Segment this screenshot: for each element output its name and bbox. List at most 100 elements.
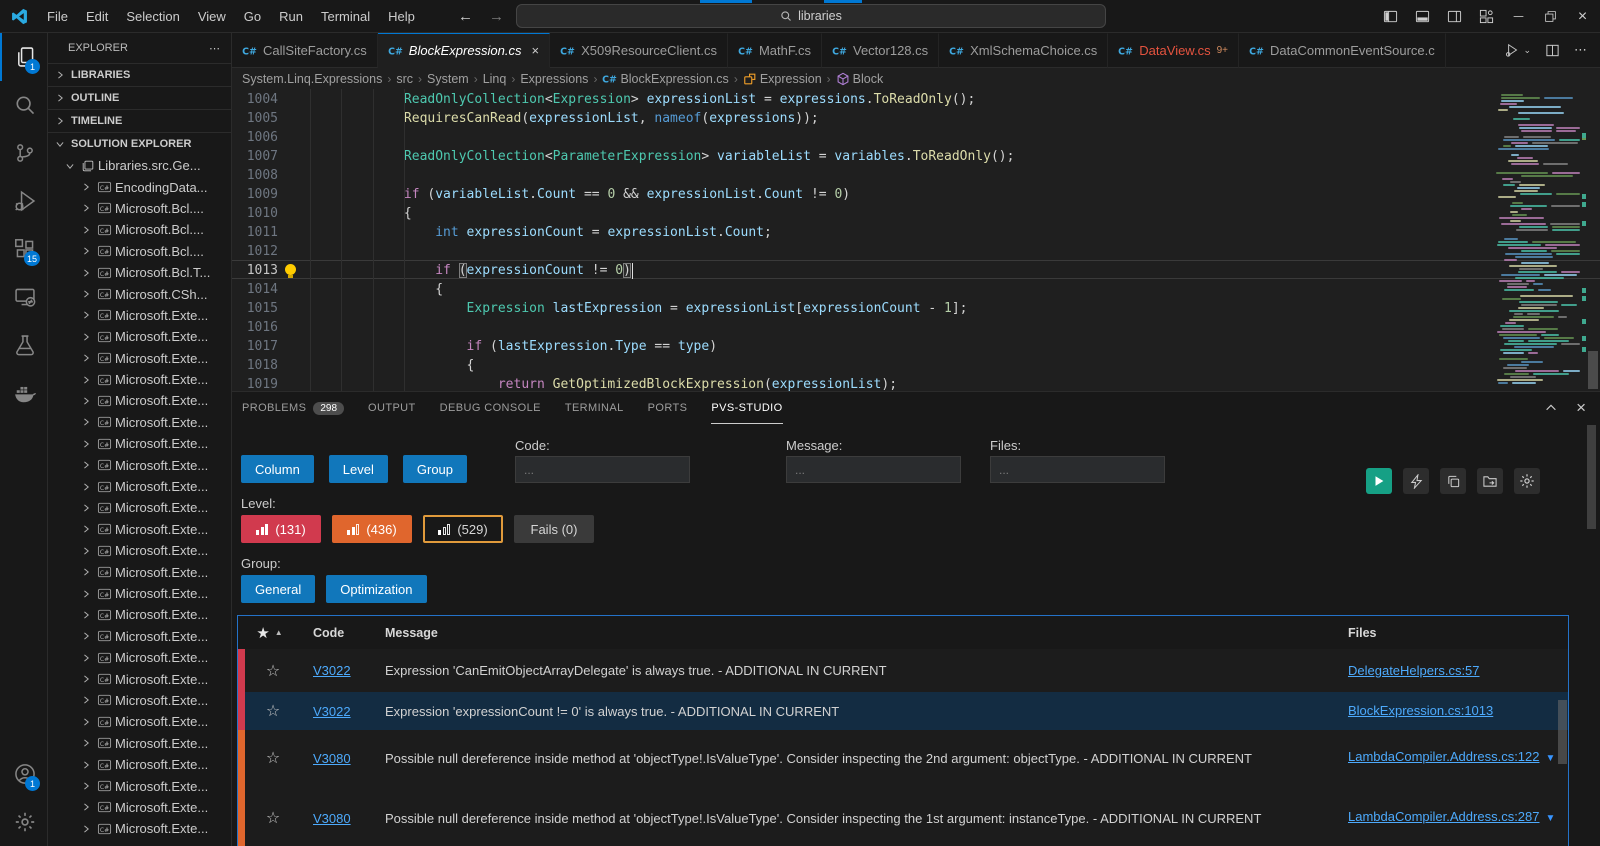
- panel-tab-pvs-studio[interactable]: PVS-STUDIO: [711, 392, 782, 424]
- breadcrumb-item[interactable]: Expressions: [520, 72, 588, 86]
- close-window-button[interactable]: ×: [1575, 9, 1590, 24]
- close-panel-icon[interactable]: ×: [1576, 398, 1586, 418]
- tree-item[interactable]: C#Microsoft.Exte...: [48, 733, 231, 754]
- command-center-search[interactable]: libraries: [516, 4, 1106, 28]
- table-row[interactable]: ☆V3080Possible null dereference inside m…: [238, 730, 1568, 786]
- pvs-settings-button[interactable]: [1514, 468, 1540, 494]
- section-solution-explorer[interactable]: SOLUTION EXPLORER: [48, 132, 231, 155]
- tree-item[interactable]: C#Microsoft.Exte...: [48, 348, 231, 369]
- run-analysis-button[interactable]: [1366, 468, 1392, 494]
- editor-tab-x509resourceclient-cs[interactable]: C#X509ResourceClient.cs: [550, 33, 728, 68]
- lightbulb-icon[interactable]: [278, 261, 302, 278]
- minimap[interactable]: [1494, 91, 1586, 389]
- tree-item[interactable]: Libraries.src.Ge...: [48, 155, 231, 176]
- level-button[interactable]: Level: [329, 455, 388, 483]
- section-outline[interactable]: OUTLINE: [48, 86, 231, 109]
- tree-item[interactable]: C#Microsoft.Exte...: [48, 497, 231, 518]
- nav-forward-icon[interactable]: →: [489, 8, 504, 25]
- code-editor[interactable]: 1004 ReadOnlyCollection<Expression> expr…: [232, 89, 1600, 391]
- file-location-link[interactable]: BlockExpression.cs:1013: [1348, 703, 1493, 718]
- tree-item[interactable]: C#Microsoft.Exte...: [48, 476, 231, 497]
- files-column-header[interactable]: Files: [1344, 626, 1568, 640]
- panel-tab-problems[interactable]: PROBLEMS298: [242, 392, 344, 424]
- activity-item-extensions[interactable]: 15: [0, 225, 47, 273]
- toggle-secondary-sidebar-icon[interactable]: [1447, 9, 1462, 24]
- tree-item[interactable]: C#EncodingData...: [48, 176, 231, 197]
- favorite-sort-header[interactable]: ★ ▲: [238, 624, 301, 642]
- tree-item[interactable]: C#Microsoft.Exte...: [48, 540, 231, 561]
- favorite-star-icon[interactable]: ☆: [245, 786, 301, 846]
- file-location-link[interactable]: DelegateHelpers.cs:57: [1348, 663, 1480, 678]
- toggle-panel-icon[interactable]: [1415, 9, 1430, 24]
- table-row[interactable]: ☆V3022Expression 'expressionCount != 0' …: [238, 692, 1568, 730]
- breadcrumb-item[interactable]: System: [427, 72, 469, 86]
- activity-item-docker[interactable]: [0, 369, 47, 417]
- table-row[interactable]: ☆V3080Possible null dereference inside m…: [238, 786, 1568, 846]
- copy-button[interactable]: [1440, 468, 1466, 494]
- open-report-button[interactable]: [1477, 468, 1503, 494]
- tree-item[interactable]: C#Microsoft.Exte...: [48, 668, 231, 689]
- customize-layout-icon[interactable]: [1479, 9, 1494, 24]
- quick-fix-button[interactable]: [1403, 468, 1429, 494]
- files-filter-input[interactable]: [990, 456, 1165, 483]
- breadcrumb-item[interactable]: src: [396, 72, 413, 86]
- group-filter-optimization[interactable]: Optimization: [326, 575, 426, 603]
- activity-item-testing[interactable]: [0, 321, 47, 369]
- diagnostic-code-link[interactable]: V3022: [313, 663, 351, 678]
- tree-item[interactable]: C#Microsoft.CSh...: [48, 283, 231, 304]
- level-filter-fails[interactable]: Fails (0): [514, 515, 594, 543]
- tree-item[interactable]: C#Microsoft.Exte...: [48, 326, 231, 347]
- editor-tab-callsitefactory-cs[interactable]: C#CallSiteFactory.cs: [232, 33, 378, 68]
- activity-item-accounts[interactable]: 1: [0, 750, 47, 798]
- code-column-header[interactable]: Code: [301, 626, 373, 640]
- menu-selection[interactable]: Selection: [117, 5, 188, 28]
- tree-item[interactable]: C#Microsoft.Bcl....: [48, 241, 231, 262]
- table-scrollbar[interactable]: [1558, 700, 1567, 764]
- tree-item[interactable]: C#Microsoft.Exte...: [48, 561, 231, 582]
- editor-tab-blockexpression-cs[interactable]: C#BlockExpression.cs×: [378, 33, 550, 68]
- activity-item-remote-explorer[interactable]: [0, 273, 47, 321]
- editor-tab-datacommoneventsource-c[interactable]: C#DataCommonEventSource.c: [1239, 33, 1446, 68]
- expand-locations-icon[interactable]: ▼: [1546, 753, 1556, 764]
- menu-file[interactable]: File: [38, 5, 77, 28]
- menu-terminal[interactable]: Terminal: [312, 5, 379, 28]
- tree-item[interactable]: C#Microsoft.Exte...: [48, 454, 231, 475]
- level-filter-low[interactable]: (529): [423, 515, 503, 543]
- breadcrumb-item[interactable]: System.Linq.Expressions: [242, 72, 382, 86]
- tree-item[interactable]: C#Microsoft.Bcl....: [48, 198, 231, 219]
- tree-item[interactable]: C#Microsoft.Exte...: [48, 775, 231, 796]
- editor-scrollbar[interactable]: [1586, 89, 1600, 391]
- breadcrumb-item[interactable]: Linq: [483, 72, 507, 86]
- minimize-button[interactable]: [1511, 9, 1526, 24]
- editor-tab-xmlschemachoice-cs[interactable]: C#XmlSchemaChoice.cs: [939, 33, 1108, 68]
- tree-item[interactable]: C#Microsoft.Exte...: [48, 519, 231, 540]
- sidebar-more-actions-icon[interactable]: ⋯: [209, 42, 221, 55]
- panel-tab-output[interactable]: OUTPUT: [368, 392, 416, 424]
- message-filter-input[interactable]: [786, 456, 961, 483]
- breadcrumb-item[interactable]: Expression: [743, 72, 822, 86]
- table-row[interactable]: ☆V3022Expression 'CanEmitObjectArrayDele…: [238, 649, 1568, 692]
- panel-tab-debug-console[interactable]: DEBUG CONSOLE: [440, 392, 541, 424]
- tree-item[interactable]: C#Microsoft.Exte...: [48, 690, 231, 711]
- diagnostic-code-link[interactable]: V3080: [313, 751, 351, 766]
- tree-item[interactable]: C#Microsoft.Exte...: [48, 433, 231, 454]
- tree-item[interactable]: C#Microsoft.Bcl....: [48, 219, 231, 240]
- file-location-link[interactable]: LambdaCompiler.Address.cs:122: [1348, 749, 1540, 764]
- favorite-star-icon[interactable]: ☆: [245, 649, 301, 692]
- editor-tab-vector128-cs[interactable]: C#Vector128.cs: [822, 33, 939, 68]
- tree-item[interactable]: C#Microsoft.Exte...: [48, 369, 231, 390]
- menu-edit[interactable]: Edit: [77, 5, 117, 28]
- activity-item-source-control[interactable]: [0, 129, 47, 177]
- group-button[interactable]: Group: [403, 455, 467, 483]
- diagnostic-code-link[interactable]: V3022: [313, 704, 351, 719]
- activity-item-search[interactable]: [0, 81, 47, 129]
- expand-locations-icon[interactable]: ▼: [1546, 813, 1556, 824]
- run-or-debug-icon[interactable]: ⌄: [1505, 43, 1531, 57]
- tree-item[interactable]: C#Microsoft.Exte...: [48, 626, 231, 647]
- restore-button[interactable]: [1543, 9, 1558, 24]
- toggle-primary-sidebar-icon[interactable]: [1383, 9, 1398, 24]
- panel-scrollbar[interactable]: [1587, 425, 1596, 529]
- tree-item[interactable]: C#Microsoft.Exte...: [48, 711, 231, 732]
- panel-tab-ports[interactable]: PORTS: [648, 392, 688, 424]
- split-editor-icon[interactable]: [1545, 43, 1560, 58]
